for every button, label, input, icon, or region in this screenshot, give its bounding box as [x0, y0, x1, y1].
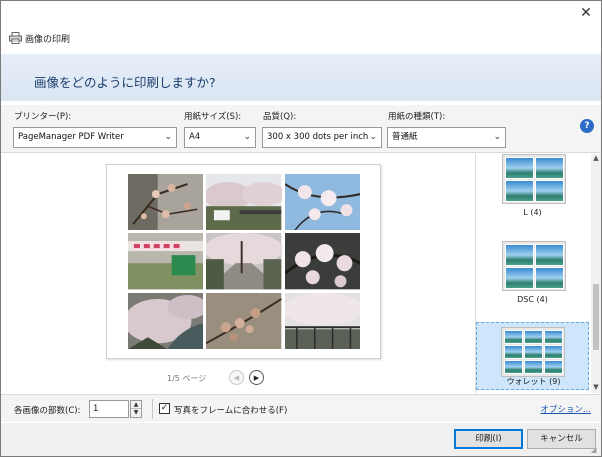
next-page-button[interactable]: ▶ — [249, 370, 264, 385]
page-indicator: 1/5 ページ — [167, 374, 207, 383]
scrollbar-thumb[interactable] — [593, 284, 599, 350]
printer-label: プリンター(P): — [14, 112, 72, 122]
window-title: 画像の印刷 — [25, 35, 71, 45]
chevron-down-icon: ⌄ — [493, 132, 501, 142]
previous-page-button[interactable]: ◀ — [229, 370, 244, 385]
layout-list: L (4) DSC (4) ウォレット (9) — [475, 154, 591, 393]
divider — [152, 399, 153, 419]
photo-blossom-buds-2 — [206, 292, 282, 349]
layout-item-l[interactable]: L (4) — [476, 154, 589, 224]
paper-type-select[interactable]: 普通紙 ⌄ — [387, 127, 506, 148]
photo-fence-blossoms — [284, 292, 360, 349]
header-band: 画像をどのように印刷しますか? — [1, 54, 601, 101]
print-preview-area: 1/5 ページ ◀ ▶ — [1, 154, 475, 393]
copies-input[interactable]: 1 — [89, 400, 129, 418]
layout-thumbnail — [502, 241, 566, 291]
chevron-down-icon: ⌄ — [164, 132, 172, 142]
fit-to-frame-label[interactable]: 写真をフレームに合わせる(F) — [174, 404, 287, 416]
quality-select-value: 300 x 300 dots per inch — [267, 132, 369, 142]
paper-size-select[interactable]: A4 ⌄ — [184, 127, 256, 148]
paper-size-select-value: A4 — [189, 132, 201, 142]
copies-stepper[interactable]: ▲ ▼ — [130, 400, 142, 418]
page-title: 画像をどのように印刷しますか? — [34, 75, 216, 90]
options-link[interactable]: オプション... — [540, 403, 591, 415]
help-icon[interactable]: ? — [580, 119, 594, 133]
paper-size-label: 用紙サイズ(S): — [184, 112, 242, 122]
layout-item-wallet[interactable]: ウォレット (9) — [476, 322, 589, 390]
layout-label: ウォレット (9) — [506, 377, 561, 386]
scroll-down-icon[interactable]: ▼ — [591, 383, 601, 393]
printer-select[interactable]: PageManager PDF Writer ⌄ — [13, 127, 177, 148]
photo-river-blossoms — [128, 292, 204, 349]
photo-grid — [128, 174, 360, 349]
quality-select[interactable]: 300 x 300 dots per inch ⌄ — [262, 127, 382, 148]
layout-scrollbar[interactable]: ▲ ▼ — [591, 154, 601, 393]
photo-blossom-buds-1 — [128, 174, 204, 231]
print-options-row: プリンター(P): PageManager PDF Writer ⌄ 用紙サイズ… — [1, 105, 601, 153]
spin-up-icon[interactable]: ▲ — [131, 401, 141, 409]
preview-page — [106, 164, 381, 359]
chevron-down-icon: ⌄ — [369, 132, 377, 142]
copies-label: 各画像の部数(C): — [14, 406, 81, 416]
fit-to-frame-checkbox[interactable]: ✓ — [159, 403, 170, 414]
photo-blossom-path — [206, 233, 282, 290]
printer-select-value: PageManager PDF Writer — [18, 132, 124, 142]
close-icon[interactable]: ✕ — [579, 6, 593, 20]
printer-icon — [9, 32, 22, 44]
photo-blossom-sky — [284, 174, 360, 231]
layout-thumbnail — [501, 327, 565, 377]
dialog-footer: 印刷(I) キャンセル ◢ — [1, 423, 601, 456]
layout-label: DSC (4) — [517, 295, 548, 304]
bottom-options-row: 各画像の部数(C): 1 ▲ ▼ ✓ 写真をフレームに合わせる(F) オプション… — [1, 394, 601, 422]
print-button[interactable]: 印刷(I) — [454, 429, 523, 449]
print-pictures-dialog: ✕ 画像の印刷 画像をどのように印刷しますか? プリンター(P): PageMa… — [0, 0, 602, 457]
layout-label: L (4) — [523, 208, 542, 217]
paper-type-select-value: 普通紙 — [392, 132, 418, 142]
photo-festival-banner — [128, 233, 204, 290]
quality-label: 品質(Q): — [263, 112, 297, 122]
photo-riverbank-trees — [206, 174, 282, 231]
cancel-button[interactable]: キャンセル — [527, 429, 596, 449]
chevron-down-icon: ⌄ — [243, 132, 251, 142]
scroll-up-icon[interactable]: ▲ — [591, 154, 601, 164]
title-bar: ✕ 画像の印刷 — [1, 1, 601, 53]
paper-type-label: 用紙の種類(T): — [388, 112, 446, 122]
spin-down-icon[interactable]: ▼ — [131, 409, 141, 417]
resize-grip-icon[interactable]: ◢ — [591, 446, 600, 455]
layout-thumbnail — [502, 154, 566, 204]
layout-item-dsc[interactable]: DSC (4) — [476, 239, 589, 309]
photo-blossom-branches — [284, 233, 360, 290]
